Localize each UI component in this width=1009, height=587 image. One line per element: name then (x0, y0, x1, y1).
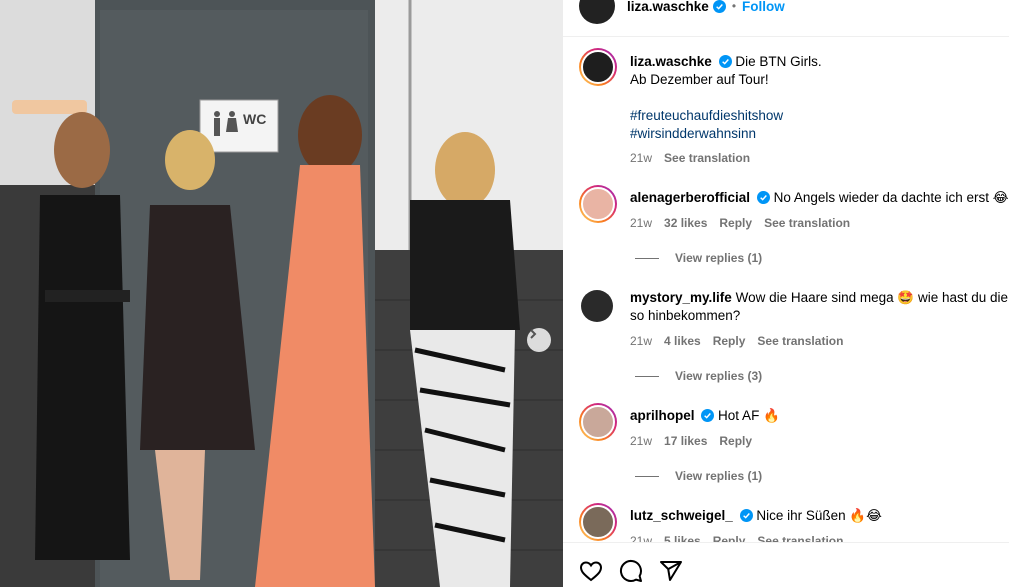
see-translation-link[interactable]: See translation (757, 534, 843, 542)
reply-button[interactable]: Reply (713, 534, 746, 542)
avatar[interactable] (579, 403, 617, 441)
post-details-panel: liza.waschke • Follow liza.waschke Die B… (563, 0, 1009, 587)
comment-text: No Angels wieder da dachte ich erst 😂 (773, 190, 1009, 205)
view-replies-button[interactable]: View replies (1) (635, 251, 762, 265)
verified-icon (756, 191, 770, 204)
comment-meta: 21w 5 likes Reply See translation (630, 534, 843, 542)
comment-button[interactable] (619, 559, 643, 587)
view-replies-button[interactable]: View replies (1) (635, 469, 762, 483)
hashtag-link[interactable]: #freuteuchaufdieshitshow (630, 107, 1000, 125)
verified-icon (701, 409, 715, 422)
avatar[interactable] (579, 185, 617, 223)
post-header: liza.waschke • Follow (579, 0, 785, 24)
comment-text: Hot AF 🔥 (718, 408, 780, 423)
hashtag-link[interactable]: #wirsindderwahnsinn (630, 125, 1000, 143)
photo-image (0, 0, 563, 587)
reply-button[interactable]: Reply (719, 216, 752, 230)
avatar[interactable] (581, 290, 613, 322)
comment-username[interactable]: mystory_my.life (630, 290, 732, 305)
comment-time: 21w (630, 216, 653, 230)
comment: aprilhopel Hot AF 🔥 (630, 407, 1009, 425)
comment-meta: 21w 17 likes Reply (630, 434, 752, 448)
replies-line (635, 375, 659, 377)
next-photo-button[interactable] (527, 328, 551, 352)
view-replies-label: View replies (1) (675, 251, 763, 265)
wc-sign-text: WC (243, 111, 267, 127)
share-icon (660, 561, 682, 581)
view-replies-label: View replies (1) (675, 469, 763, 483)
comment-likes[interactable]: 5 likes (664, 534, 701, 542)
heart-icon (579, 561, 603, 582)
caption-line-2: Ab Dezember auf Tour! (630, 72, 769, 87)
comment-icon (619, 559, 642, 582)
share-button[interactable] (659, 559, 683, 587)
comment-username[interactable]: lutz_schweigel_ (630, 508, 733, 523)
comment-username[interactable]: alenagerberofficial (630, 190, 750, 205)
like-button[interactable] (579, 559, 603, 587)
view-replies-label: View replies (3) (675, 369, 763, 383)
replies-line (635, 475, 659, 477)
comment-time: 21w (630, 334, 653, 348)
caption: liza.waschke Die BTN Girls. Ab Dezember … (630, 53, 1000, 143)
see-translation-link[interactable]: See translation (764, 216, 850, 230)
caption-meta: 21w See translation (630, 151, 750, 165)
see-translation-link[interactable]: See translation (757, 334, 843, 348)
verified-icon (712, 0, 726, 13)
avatar[interactable] (579, 0, 615, 24)
action-bar (579, 559, 683, 587)
caption-time: 21w (630, 151, 653, 165)
view-replies-button[interactable]: View replies (3) (635, 369, 762, 383)
comment-meta: 21w 4 likes Reply See translation (630, 334, 843, 348)
comment-meta: 21w 32 likes Reply See translation (630, 216, 850, 230)
verified-icon (718, 55, 732, 68)
see-translation-link[interactable]: See translation (664, 151, 750, 165)
comment-likes[interactable]: 17 likes (664, 434, 707, 448)
actions-divider (563, 542, 1009, 543)
comment: lutz_schweigel_ Nice ihr Süßen 🔥😂 (630, 507, 1009, 525)
reply-button[interactable]: Reply (713, 334, 746, 348)
verified-icon (739, 509, 753, 522)
comment-likes[interactable]: 4 likes (664, 334, 701, 348)
caption-line-1: Die BTN Girls. (735, 54, 822, 69)
post-photo[interactable]: WC (0, 0, 563, 587)
comment: mystory_my.life Wow die Haare sind mega … (630, 289, 1009, 325)
comment-username[interactable]: aprilhopel (630, 408, 695, 423)
comment: alenagerberofficial No Angels wieder da … (630, 189, 1009, 207)
header-username[interactable]: liza.waschke (627, 0, 709, 14)
chevron-right-icon (530, 329, 537, 339)
comment-likes[interactable]: 32 likes (664, 216, 707, 230)
header-divider (563, 36, 1009, 37)
comment-time: 21w (630, 534, 653, 542)
avatar[interactable] (579, 48, 617, 86)
replies-line (635, 257, 659, 259)
avatar[interactable] (579, 503, 617, 541)
reply-button[interactable]: Reply (719, 434, 752, 448)
caption-username[interactable]: liza.waschke (630, 54, 712, 69)
separator-dot: • (731, 0, 737, 13)
comment-text: Nice ihr Süßen 🔥😂 (756, 508, 882, 523)
follow-button[interactable]: Follow (742, 0, 785, 14)
comment-time: 21w (630, 434, 653, 448)
